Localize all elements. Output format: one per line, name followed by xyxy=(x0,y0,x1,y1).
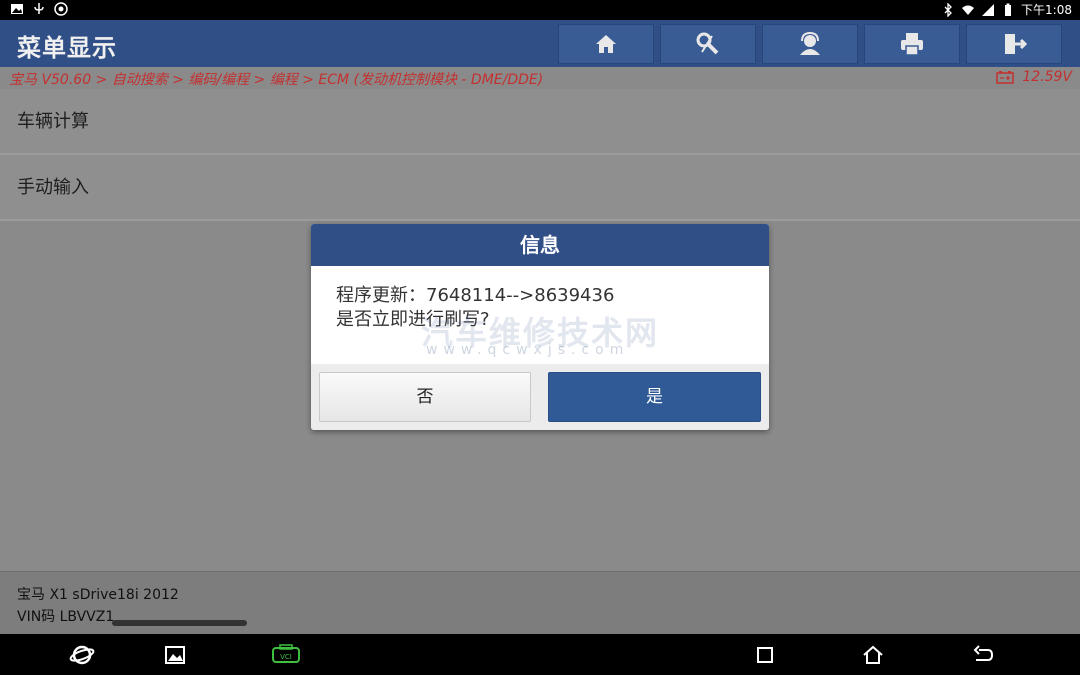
svg-text:VCI: VCI xyxy=(280,653,292,661)
battery-icon xyxy=(1001,3,1015,17)
watermark-url: www.qcwxjs.com xyxy=(426,342,630,358)
settings-icon xyxy=(54,2,68,16)
back-icon[interactable] xyxy=(970,642,996,668)
print-icon xyxy=(901,33,923,56)
voltage-indicator: 12.59V xyxy=(996,69,1072,85)
vehicle-model: 宝马 X1 sDrive18i 2012 xyxy=(17,587,179,603)
status-time: 下午1:08 xyxy=(1021,3,1072,17)
exit-button[interactable] xyxy=(966,24,1062,64)
browser-icon[interactable] xyxy=(69,642,95,668)
system-nav-bar: VCI xyxy=(0,634,1080,675)
vehicle-info-bar: 宝马 X1 sDrive18i 2012 VIN码 LBVVZ1 xyxy=(0,571,1080,635)
vin-redaction xyxy=(112,620,247,626)
exit-icon xyxy=(1005,34,1028,54)
page-title: 菜单显示 xyxy=(17,34,117,62)
status-bar: 下午1:08 xyxy=(0,0,1080,20)
breadcrumb: 宝马 V50.60 > 自动搜索 > 编码/编程 > 编程 > ECM (发动机… xyxy=(0,67,1080,89)
diagnose-button[interactable] xyxy=(660,24,756,64)
vci-icon[interactable]: VCI xyxy=(270,642,302,668)
dialog-title: 信息 xyxy=(311,224,769,266)
info-dialog: 信息 程序更新：7648114-->8639436 是否立即进行刷写? 汽车维修… xyxy=(311,224,769,430)
user-button[interactable] xyxy=(762,24,858,64)
vehicle-vin: VIN码 LBVVZ1 xyxy=(17,609,115,625)
wifi-icon xyxy=(961,3,975,17)
usb-icon xyxy=(32,2,46,16)
gallery-icon[interactable] xyxy=(162,642,188,668)
bluetooth-icon xyxy=(941,2,955,18)
home-nav-icon[interactable] xyxy=(860,642,886,668)
image-icon xyxy=(10,2,24,16)
menu-item-vehicle-calculation[interactable]: 车辆计算 xyxy=(0,89,1080,155)
dialog-message-line-1: 程序更新：7648114-->8639436 xyxy=(336,285,615,306)
home-icon xyxy=(596,35,616,53)
menu-list: 车辆计算 手动输入 xyxy=(0,89,1080,221)
voltage-value: 12.59V xyxy=(1022,69,1072,85)
home-button[interactable] xyxy=(558,24,654,64)
menu-item-manual-input[interactable]: 手动输入 xyxy=(0,155,1080,221)
print-button[interactable] xyxy=(864,24,960,64)
recent-apps-icon[interactable] xyxy=(752,642,778,668)
yes-button[interactable]: 是 xyxy=(548,372,761,422)
car-battery-icon xyxy=(996,71,1015,84)
user-icon xyxy=(800,31,820,55)
diagnose-icon xyxy=(696,32,719,55)
breadcrumb-path: 宝马 V50.60 > 自动搜索 > 编码/编程 > 编程 > ECM (发动机… xyxy=(9,72,544,88)
dialog-button-bar: 否 是 xyxy=(311,364,769,430)
toolbar xyxy=(558,24,1062,64)
signal-icon xyxy=(981,3,995,17)
no-button[interactable]: 否 xyxy=(319,372,531,422)
